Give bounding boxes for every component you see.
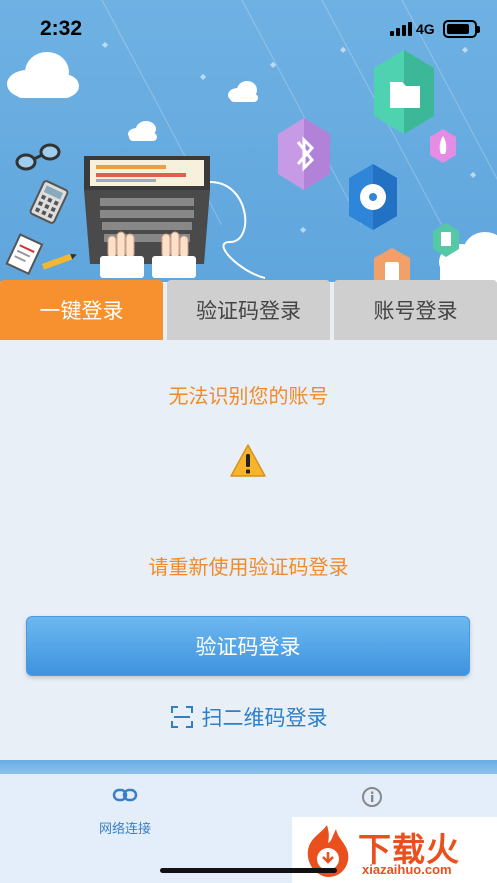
scan-qr-login-label: 扫二维码登录 <box>201 706 328 730</box>
tab-one-click-login[interactable]: 一键登录 <box>0 280 163 340</box>
signal-icon <box>390 22 412 36</box>
network-type: 4G <box>416 21 435 37</box>
home-indicator <box>160 868 337 873</box>
cloud-icon <box>228 81 258 102</box>
disc-icon <box>349 164 397 230</box>
login-tabs: 一键登录 验证码登录 账号登录 <box>0 280 497 340</box>
sms-code-login-button[interactable]: 验证码登录 <box>26 616 470 676</box>
calculator-icon <box>29 180 69 224</box>
divider-strip <box>0 760 497 774</box>
nav-item-info[interactable] <box>312 786 432 812</box>
login-panel: 无法识别您的账号 请重新使用验证码登录 验证码登录 扫二维码登录 <box>0 340 497 760</box>
scan-icon <box>170 706 193 728</box>
pencil-icon <box>41 253 77 270</box>
status-bar: 2:32 4G <box>0 0 497 56</box>
watermark: 下载火 xiazaihuo.com <box>292 817 497 883</box>
phone-icon <box>374 248 410 282</box>
glasses-icon <box>15 143 61 171</box>
laptop-illustration <box>84 156 266 279</box>
header-illustration: ◆ ◆ ◆ ◆ ◆ ◆ ◆ 2:32 4G <box>0 0 497 282</box>
cloud-icon <box>128 121 157 141</box>
battery-icon <box>443 20 480 38</box>
doc-icon <box>433 223 459 257</box>
bluetooth-icon <box>278 118 330 190</box>
nav-item-network[interactable]: 网络连接 <box>65 786 185 837</box>
status-time: 2:32 <box>40 17 83 40</box>
folder-icon <box>374 50 434 134</box>
tab-account-login[interactable]: 账号登录 <box>334 280 497 340</box>
error-title: 无法识别您的账号 <box>168 384 329 408</box>
cloud-icon <box>7 52 79 98</box>
info-icon <box>362 787 382 807</box>
watermark-url: xiazaihuo.com <box>362 862 452 877</box>
rocket-icon <box>430 129 456 163</box>
warning-triangle-icon <box>230 444 266 477</box>
tab-sms-code-login[interactable]: 验证码登录 <box>167 280 330 340</box>
instruction-text: 请重新使用验证码登录 <box>148 555 349 579</box>
link-icon <box>112 788 138 802</box>
nav-item-network-label: 网络连接 <box>98 822 151 837</box>
scan-qr-login-link[interactable]: 扫二维码登录 <box>0 702 497 732</box>
